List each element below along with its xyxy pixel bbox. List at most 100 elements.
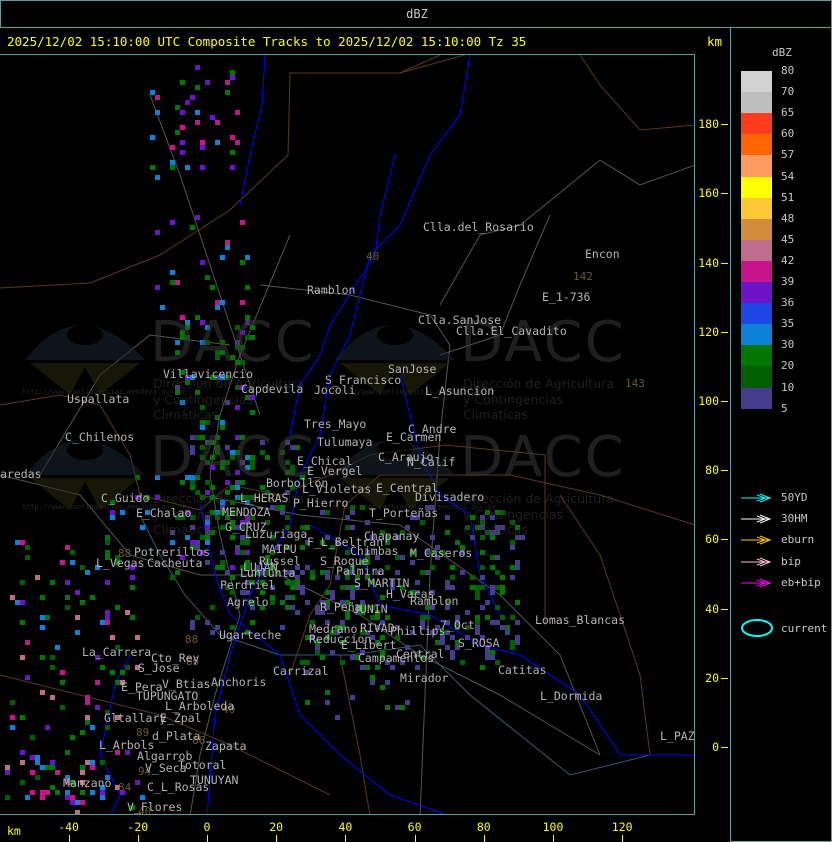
place-label: Capdevila (241, 382, 304, 396)
echo-cell (215, 140, 220, 145)
colorbar-swatch (741, 71, 772, 93)
echo-cell (195, 65, 200, 70)
colorbar-label: 60 (781, 127, 795, 141)
echo-cell (330, 650, 335, 655)
echo-cell (500, 590, 505, 595)
x-tick-label: 60 (407, 820, 422, 834)
x-tick (345, 835, 347, 842)
echo-cell (105, 535, 110, 540)
echo-cell (480, 585, 485, 590)
echo-cell (90, 790, 95, 795)
echo-cell (475, 595, 480, 600)
echo-cell (180, 125, 185, 130)
colorbar-label: 30 (781, 338, 795, 352)
colorbar-swatch (741, 239, 772, 261)
y-tick (721, 747, 728, 748)
radar-map[interactable]: DACC Dirección de Agricultura y Contingenc… (0, 54, 695, 815)
echo-cell (80, 600, 85, 605)
echo-cell (220, 565, 225, 570)
echo-cell (20, 620, 25, 625)
echo-cell (480, 665, 485, 670)
echo-cell (290, 605, 295, 610)
track-arrow-icon (741, 578, 772, 588)
echo-cell (40, 655, 45, 660)
place-label: Gltallary (104, 711, 167, 725)
x-tick-label: 120 (611, 820, 633, 834)
echo-cell (500, 575, 505, 580)
echo-cell (95, 705, 100, 710)
echo-cell (170, 220, 175, 225)
colorbar-label: 35 (781, 317, 795, 331)
echo-cell (20, 750, 25, 755)
y-tick (721, 539, 728, 541)
echo-cell (220, 255, 225, 260)
echo-cell (295, 580, 300, 585)
echo-cell (155, 285, 160, 290)
echo-cell (10, 715, 15, 720)
echo-cell (40, 625, 45, 630)
echo-cell (325, 700, 330, 705)
echo-cell (400, 555, 405, 560)
echo-cell (510, 615, 515, 620)
colorbar-label: 54 (781, 169, 795, 183)
echo-cell (45, 725, 50, 730)
echo-cell (475, 615, 480, 620)
place-label: aredas (0, 467, 42, 481)
echo-cell (285, 595, 290, 600)
x-tick (276, 835, 278, 842)
echo-cell (325, 575, 330, 580)
echo-cell (125, 665, 130, 670)
echo-cell (205, 275, 210, 280)
header-bar: dBZ (0, 0, 832, 28)
y-tick-label: 100 (698, 394, 719, 408)
echo-cell (295, 610, 300, 615)
echo-cell (25, 555, 30, 560)
place-label: P_Hierro (293, 496, 349, 510)
echo-cell (30, 770, 35, 775)
place-label: Divisadero (415, 490, 485, 504)
echo-cell (185, 100, 190, 105)
echo-cell (440, 640, 445, 645)
echo-cell (150, 165, 155, 170)
echo-cell (445, 580, 450, 585)
echo-cell (205, 80, 210, 85)
place-label: Villavicencio (163, 367, 254, 381)
echo-cell (310, 575, 315, 580)
y-tick-label: 0 (712, 740, 719, 754)
place-label: d_Plata (152, 729, 201, 743)
echo-cell (510, 640, 515, 645)
echo-cell (490, 590, 495, 595)
echo-cell (350, 695, 355, 700)
echo-cell (175, 280, 180, 285)
echo-cell (420, 615, 425, 620)
echo-cell (190, 620, 195, 625)
echo-cell (435, 640, 440, 645)
echo-cell (215, 565, 220, 570)
echo-cell (515, 620, 520, 625)
echo-cell (180, 140, 185, 145)
place-label: Zapata (205, 739, 247, 753)
echo-cell (85, 700, 90, 705)
echo-cell (135, 780, 140, 785)
place-label: C_Chilenos (65, 430, 135, 444)
echo-cell (505, 625, 510, 630)
echo-cell (475, 625, 480, 630)
echo-cell (330, 590, 335, 595)
route-number: 40 (366, 250, 380, 263)
echo-cell (35, 775, 40, 780)
colorbar-swatch (741, 197, 772, 219)
echo-cell (415, 580, 420, 585)
echo-cell (35, 575, 40, 580)
y-tick-label: 80 (705, 463, 719, 478)
echo-cell (100, 760, 105, 765)
echo-cell (450, 655, 455, 660)
echo-cell (450, 565, 455, 570)
echo-cell (40, 790, 45, 795)
colorbar-label: 70 (781, 85, 795, 99)
echo-cell (90, 725, 95, 730)
echo-cell (65, 595, 70, 600)
place-label: Luzuriaga (245, 527, 308, 541)
echo-cell (155, 95, 160, 100)
echo-cell (490, 555, 495, 560)
route-number: 142 (573, 270, 593, 283)
